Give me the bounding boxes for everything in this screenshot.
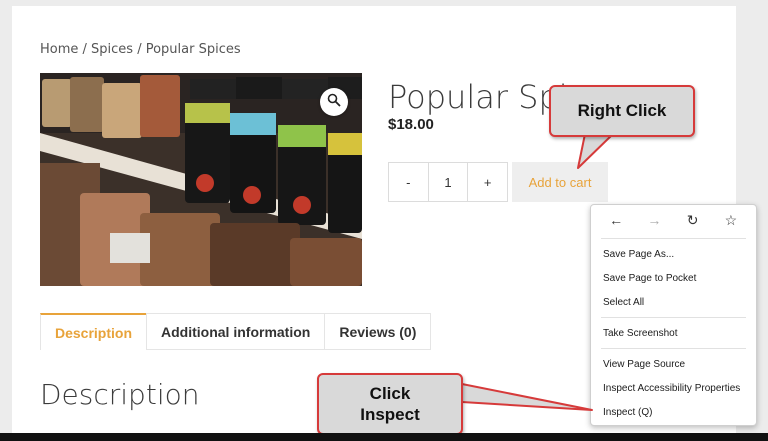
tab-reviews[interactable]: Reviews (0) bbox=[324, 313, 432, 350]
callout-click-inspect-line2: Inspect bbox=[360, 405, 420, 424]
context-menu: ← → ↻ ☆ Save Page As... Save Page to Poc… bbox=[590, 204, 757, 426]
reload-icon[interactable]: ↻ bbox=[682, 212, 704, 229]
forward-icon: → bbox=[647, 212, 662, 228]
add-to-cart-button[interactable]: Add to cart bbox=[512, 162, 608, 202]
product-price: $18.00 bbox=[388, 116, 434, 133]
callout-click-inspect-line1: Click bbox=[369, 384, 411, 403]
bookmark-star-icon[interactable]: ☆ bbox=[720, 212, 742, 229]
product-tabs: Description Additional information Revie… bbox=[40, 313, 432, 350]
callout-right-click-text: Right Click bbox=[577, 101, 667, 120]
menu-item-take-screenshot[interactable]: Take Screenshot bbox=[591, 321, 756, 345]
qty-plus-button[interactable]: + bbox=[468, 163, 507, 201]
quantity-stepper: - 1 + bbox=[388, 162, 508, 202]
product-image[interactable] bbox=[40, 73, 362, 286]
callout-click-inspect: Click Inspect bbox=[317, 373, 463, 435]
menu-divider bbox=[601, 348, 746, 349]
qty-input[interactable]: 1 bbox=[427, 163, 469, 201]
back-icon[interactable]: ← bbox=[605, 212, 627, 228]
menu-item-select-all[interactable]: Select All bbox=[591, 290, 756, 314]
tab-additional-information[interactable]: Additional information bbox=[146, 313, 326, 350]
menu-item-view-page-source[interactable]: View Page Source bbox=[591, 352, 756, 376]
spice-shelf-photo bbox=[40, 73, 362, 286]
zoom-button[interactable] bbox=[320, 88, 348, 116]
magnifier-icon bbox=[327, 93, 341, 112]
menu-item-inspect[interactable]: Inspect (Q) bbox=[591, 400, 756, 424]
bottom-bar bbox=[0, 433, 768, 441]
tab-description[interactable]: Description bbox=[40, 313, 148, 350]
menu-item-inspect-accessibility[interactable]: Inspect Accessibility Properties bbox=[591, 376, 756, 400]
menu-item-save-page-as[interactable]: Save Page As... bbox=[591, 242, 756, 266]
menu-divider bbox=[601, 317, 746, 318]
description-heading: Description bbox=[40, 378, 200, 411]
menu-divider bbox=[601, 238, 746, 239]
breadcrumb[interactable]: Home / Spices / Popular Spices bbox=[40, 42, 241, 57]
context-menu-nav: ← → ↻ ☆ bbox=[591, 205, 756, 235]
callout-right-click: Right Click bbox=[549, 85, 695, 137]
menu-item-save-to-pocket[interactable]: Save Page to Pocket bbox=[591, 266, 756, 290]
qty-minus-button[interactable]: - bbox=[389, 163, 428, 201]
